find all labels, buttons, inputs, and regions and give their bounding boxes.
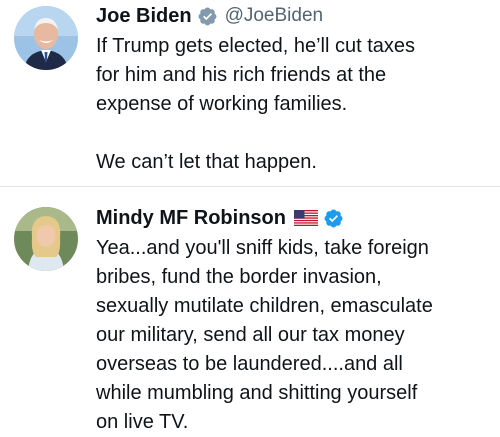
text-line: expense of working families. bbox=[96, 93, 348, 115]
paragraph-2: We can’t let that happen. bbox=[96, 148, 496, 177]
text-line: Yea...and you'll sniff kids, take foreig… bbox=[96, 237, 429, 259]
paragraph-1: If Trump gets elected, he’ll cut taxes f… bbox=[96, 32, 496, 119]
text-line: for him and his rich friends at the bbox=[96, 64, 387, 86]
tweet-joe-biden[interactable]: Joe Biden @JoeBiden If Trump gets electe… bbox=[0, 0, 500, 186]
display-name[interactable]: Mindy MF Robinson bbox=[96, 204, 286, 232]
us-flag-icon bbox=[293, 210, 318, 226]
text-line: sexually mutilate children, emasculate bbox=[96, 295, 433, 317]
text-line: overseas to be laundered....and all bbox=[96, 353, 403, 375]
text-line: our military, send all our tax money bbox=[96, 324, 405, 346]
text-line: while mumbling and shitting yourself bbox=[96, 382, 418, 404]
tweet-header: Joe Biden @JoeBiden bbox=[96, 2, 323, 30]
tweet-text: Yea...and you'll sniff kids, take foreig… bbox=[96, 234, 496, 437]
avatar-image bbox=[14, 6, 78, 70]
text-line: We can’t let that happen. bbox=[96, 151, 317, 173]
verified-badge-icon bbox=[323, 208, 344, 229]
handle[interactable]: @JoeBiden bbox=[225, 2, 324, 30]
avatar-image bbox=[14, 207, 78, 271]
verified-badge-icon bbox=[197, 6, 218, 27]
display-name[interactable]: Joe Biden bbox=[96, 2, 192, 30]
paragraph-1: Yea...and you'll sniff kids, take foreig… bbox=[96, 234, 496, 437]
text-line: on live TV. bbox=[96, 411, 189, 433]
text-line: If Trump gets elected, he’ll cut taxes bbox=[96, 35, 416, 57]
avatar[interactable] bbox=[14, 207, 78, 271]
text-line: bribes, fund the border invasion, bbox=[96, 266, 382, 288]
tweet-mindy-robinson[interactable]: Mindy MF Robinson Yea...and you'll sniff… bbox=[0, 187, 500, 433]
tweet-header: Mindy MF Robinson bbox=[96, 204, 344, 232]
avatar[interactable] bbox=[14, 6, 78, 70]
tweet-text: If Trump gets elected, he’ll cut taxes f… bbox=[96, 32, 496, 177]
